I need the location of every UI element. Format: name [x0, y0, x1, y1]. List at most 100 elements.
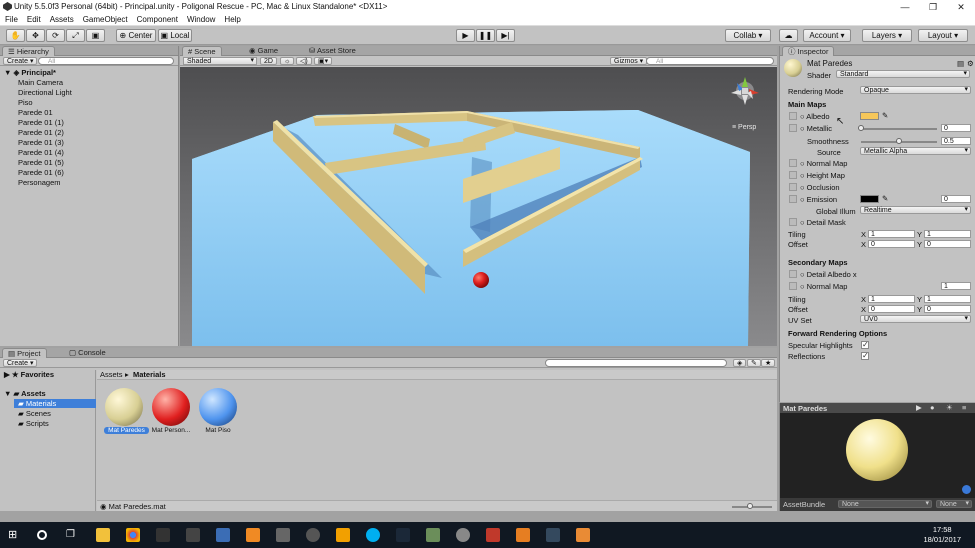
eyedropper-icon[interactable]: ✎ — [882, 194, 888, 203]
minimize-button[interactable]: — — [891, 0, 919, 14]
menu-assets[interactable]: Assets — [45, 14, 78, 24]
rendering-mode-dropdown[interactable]: Opaque — [860, 86, 971, 94]
offset-x-field[interactable]: 0 — [868, 240, 915, 248]
perspective-label[interactable]: ≡ Persp — [732, 124, 756, 131]
uv-set-dropdown[interactable]: UV0 — [860, 315, 971, 323]
player-ball[interactable] — [473, 272, 489, 288]
task-view-icon[interactable]: ❐ — [66, 528, 80, 542]
tab-inspector[interactable]: ⓘ Inspector — [782, 46, 835, 56]
preview-play-icon[interactable]: ▶ — [916, 403, 922, 412]
asset-bundle-variant-dropdown[interactable]: None — [936, 500, 972, 508]
folder-scenes[interactable]: ▰ Scenes — [18, 409, 51, 418]
occlusion-slot[interactable] — [789, 183, 797, 191]
windows-start-icon[interactable]: ⊞ — [8, 528, 22, 542]
offset2-y-field[interactable]: 0 — [924, 305, 971, 313]
scene-search-input[interactable]: All — [646, 57, 774, 65]
scene-root[interactable]: ▼ ◈ Principal* — [4, 68, 56, 77]
app-icon[interactable] — [216, 528, 230, 542]
layers-dropdown[interactable]: Layers ▾ — [862, 29, 912, 42]
normal-map2-value-field[interactable]: 1 — [941, 282, 971, 290]
effects-toggle-icon[interactable]: ▣▾ — [314, 57, 333, 65]
detail-mask-slot[interactable] — [789, 218, 797, 226]
smoothness-value-field[interactable]: 0.5 — [941, 137, 971, 145]
gizmos-dropdown[interactable]: Gizmos ▾ — [610, 57, 648, 65]
pause-button[interactable]: ❚❚ — [476, 29, 495, 42]
app-icon[interactable] — [426, 528, 440, 542]
app-icon[interactable] — [576, 528, 590, 542]
menu-edit[interactable]: Edit — [22, 14, 45, 24]
metallic-slider[interactable] — [861, 128, 937, 130]
breadcrumb-assets[interactable]: Assets — [100, 370, 123, 379]
normal-map2-slot[interactable] — [789, 282, 797, 290]
file-explorer-icon[interactable] — [96, 528, 110, 542]
hierarchy-item[interactable]: Parede 01 (2) — [18, 128, 64, 137]
folder-scripts[interactable]: ▰ Scripts — [18, 419, 49, 428]
emission-slot[interactable] — [789, 195, 797, 203]
tab-console[interactable]: ▢ Console — [64, 348, 111, 358]
favorites-folder[interactable]: ▶ ★ Favorites — [4, 370, 54, 379]
audio-toggle-icon[interactable]: ◁) — [296, 57, 312, 65]
shading-mode-dropdown[interactable]: Shaded — [183, 57, 257, 65]
tiling2-x-field[interactable]: 1 — [868, 295, 915, 303]
hierarchy-item[interactable]: Parede 01 (6) — [18, 168, 64, 177]
hierarchy-item[interactable]: Piso — [18, 98, 33, 107]
scale-tool-icon[interactable]: ⤢ — [66, 29, 85, 42]
step-button[interactable]: ▶| — [496, 29, 515, 42]
detail-albedo-slot[interactable] — [789, 270, 797, 278]
mode-2d-toggle[interactable]: 2D — [260, 57, 277, 65]
menu-file[interactable]: File — [0, 14, 22, 24]
asset-item-mat-piso[interactable]: Mat Piso — [198, 388, 238, 434]
close-button[interactable]: ✕ — [947, 0, 975, 14]
preview-light-icon[interactable]: ☀ — [946, 403, 953, 412]
steam-store-icon[interactable] — [396, 528, 410, 542]
app-icon[interactable] — [486, 528, 500, 542]
offset2-x-field[interactable]: 0 — [868, 305, 915, 313]
hierarchy-search-input[interactable]: All — [38, 57, 174, 65]
hierarchy-item[interactable]: Parede 01 (1) — [18, 118, 64, 127]
lighting-toggle-icon[interactable]: ☼ — [280, 57, 295, 65]
normal-map-slot[interactable] — [789, 159, 797, 167]
cloud-icon[interactable]: ☁ — [779, 29, 798, 42]
unity-taskbar-icon[interactable] — [276, 528, 290, 542]
app-icon[interactable] — [516, 528, 530, 542]
asset-item-mat-personagem[interactable]: Mat Person... — [151, 388, 191, 434]
tab-game[interactable]: ◉ Game — [244, 46, 283, 56]
metallic-slider-knob[interactable] — [858, 125, 864, 131]
book-icon[interactable]: ▤ — [957, 59, 964, 68]
hand-tool-icon[interactable]: ✋ — [6, 29, 25, 42]
albedo-texture-slot[interactable] — [789, 112, 797, 120]
account-dropdown[interactable]: Account ▾ — [803, 29, 851, 42]
filter-type-icon[interactable]: ◈ — [733, 359, 747, 367]
preview-menu-icon[interactable]: ≡ — [962, 403, 966, 412]
menu-help[interactable]: Help — [219, 14, 244, 24]
tab-hierarchy[interactable]: ☰ Hierarchy — [2, 46, 55, 56]
offset-y-field[interactable]: 0 — [924, 240, 971, 248]
maximize-button[interactable]: ❐ — [919, 0, 947, 14]
hierarchy-item[interactable]: Parede 01 (5) — [18, 158, 64, 167]
hierarchy-item[interactable]: Directional Light — [18, 88, 72, 97]
specular-checkbox[interactable]: ✓ — [861, 341, 869, 349]
steam-icon[interactable] — [306, 528, 320, 542]
project-create-button[interactable]: Create ▾ — [3, 359, 38, 367]
project-search-input[interactable] — [545, 359, 727, 367]
rotate-tool-icon[interactable]: ⟳ — [46, 29, 65, 42]
hierarchy-item[interactable]: Parede 01 (3) — [18, 138, 64, 147]
layout-dropdown[interactable]: Layout ▾ — [918, 29, 968, 42]
tab-project[interactable]: ▤ Project — [2, 348, 47, 358]
tab-scene[interactable]: # Scene — [182, 46, 222, 56]
height-map-slot[interactable] — [789, 171, 797, 179]
breadcrumb-materials[interactable]: Materials — [133, 370, 166, 379]
folder-materials[interactable]: ▰ Materials — [14, 399, 96, 408]
smoothness-slider-knob[interactable] — [896, 138, 902, 144]
assets-folder[interactable]: ▼ ▰ Assets — [4, 389, 46, 398]
preview-sphere[interactable] — [846, 419, 908, 481]
source-dropdown[interactable]: Metallic Alpha — [860, 147, 971, 155]
eyedropper-icon[interactable]: ✎ — [882, 111, 888, 120]
menu-window[interactable]: Window — [182, 14, 219, 24]
reflections-checkbox[interactable]: ✓ — [861, 352, 869, 360]
tab-asset-store[interactable]: ⛁ Asset Store — [304, 46, 361, 56]
emission-color-swatch[interactable] — [860, 195, 879, 203]
app-icon[interactable] — [546, 528, 560, 542]
preview-shape-icon[interactable]: ● — [930, 403, 935, 412]
scene-viewport[interactable]: ≡ Persp — [180, 67, 777, 346]
